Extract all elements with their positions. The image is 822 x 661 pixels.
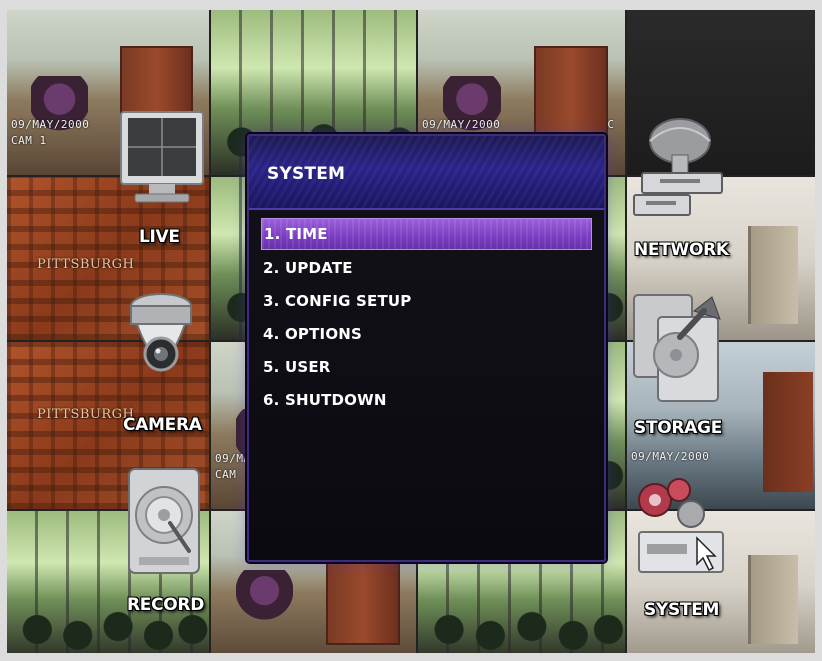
menu-item-config-setup[interactable]: 3. CONFIG SETUP (261, 286, 592, 316)
system-menu-list: 1. TIME 2. UPDATE 3. CONFIG SETUP 4. OPT… (261, 218, 592, 418)
network-server-icon[interactable] (632, 115, 728, 224)
menu-item-shutdown[interactable]: 6. SHUTDOWN (261, 385, 592, 415)
dialog-title: SYSTEM (267, 164, 346, 184)
dvr-screen: 09/MAY/2000 CAM 1 09/MAY/2000 39 C PITTS… (7, 10, 815, 653)
menu-item-time[interactable]: 1. TIME (261, 218, 592, 250)
camera-overlay: CAM 1 (11, 134, 47, 147)
dialog-header: SYSTEM (249, 136, 604, 210)
camera-overlay: CAM (215, 468, 237, 481)
date-overlay: 09/MAY/2000 (11, 118, 90, 131)
date-overlay: 09/MAY/2000 (422, 118, 501, 131)
carving-text: PITTSBURGH (37, 257, 135, 272)
menu-live[interactable]: LIVE (139, 227, 180, 247)
monitor-icon[interactable] (119, 110, 205, 210)
menu-network[interactable]: NETWORK (634, 240, 729, 260)
menu-item-user[interactable]: 5. USER (261, 352, 592, 382)
temperature-overlay: 39 C (586, 118, 615, 131)
ptz-camera-icon[interactable] (125, 292, 197, 396)
date-overlay: 09/MAY/2000 (631, 450, 710, 463)
system-settings-icon[interactable] (627, 476, 725, 588)
system-menu-dialog: SYSTEM 1. TIME 2. UPDATE 3. CONFIG SETUP… (247, 134, 606, 562)
carving-text: PITTSBURGH (37, 407, 135, 422)
menu-system[interactable]: SYSTEM (644, 600, 719, 620)
temperature-overlay: 39 C (779, 450, 808, 463)
menu-item-update[interactable]: 2. UPDATE (261, 253, 592, 283)
menu-camera[interactable]: CAMERA (123, 415, 202, 435)
hard-disk-icon[interactable] (125, 465, 203, 581)
menu-record[interactable]: RECORD (127, 595, 204, 615)
menu-item-options[interactable]: 4. OPTIONS (261, 319, 592, 349)
storage-drive-icon[interactable] (632, 293, 724, 409)
menu-storage[interactable]: STORAGE (634, 418, 722, 438)
